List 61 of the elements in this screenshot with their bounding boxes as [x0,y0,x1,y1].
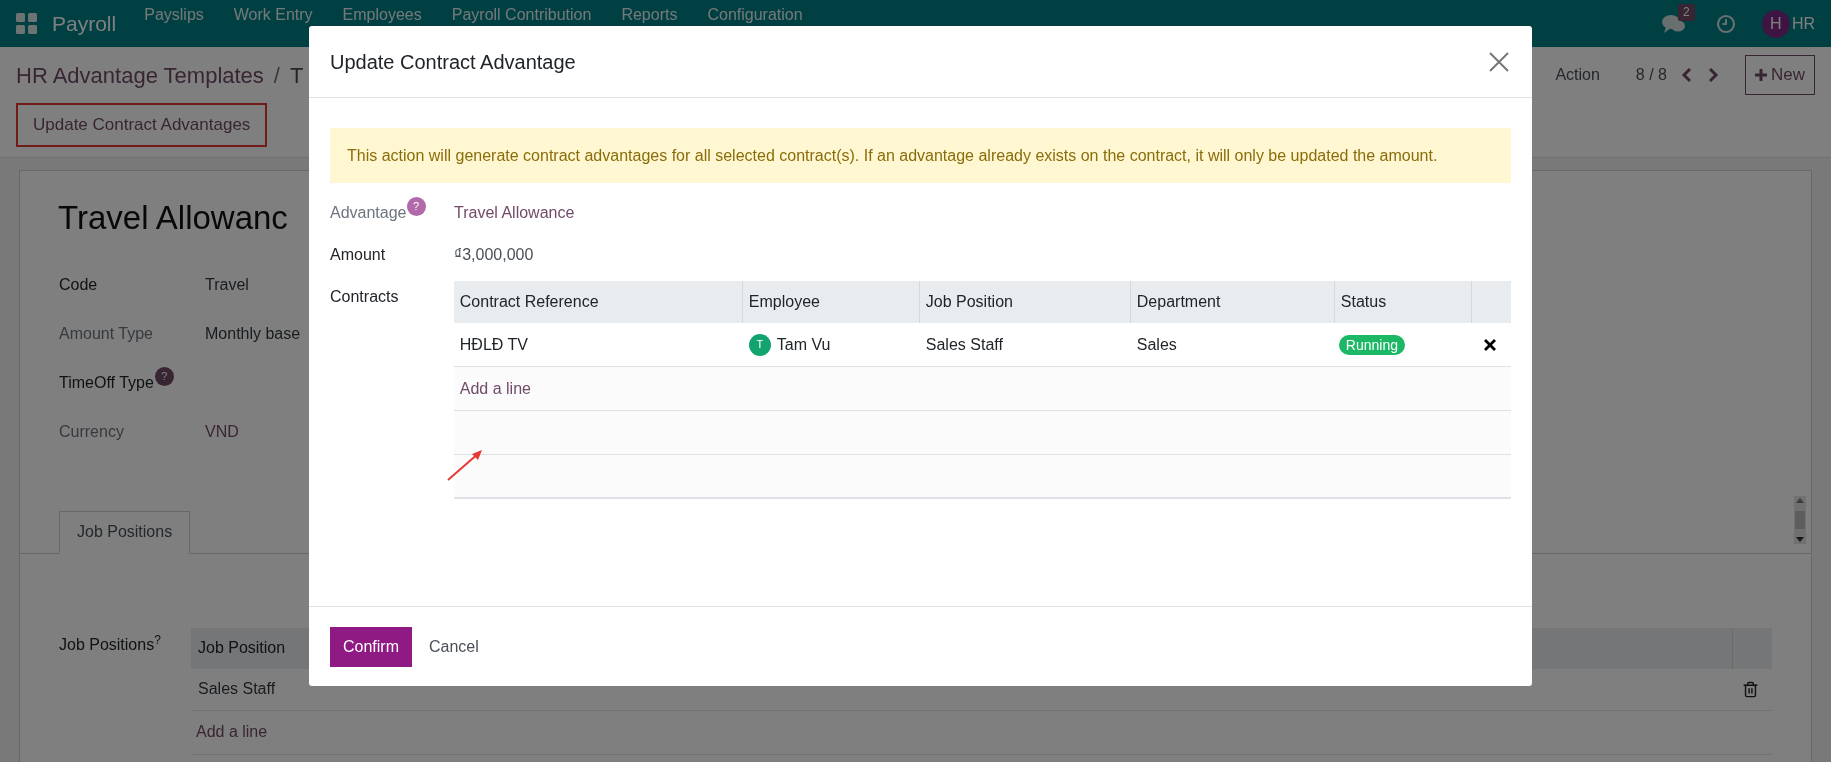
notebook-tab[interactable]: Job Positions [59,510,191,554]
notification-badge: 2 [1677,3,1695,21]
field-value[interactable]: VND [205,420,239,444]
field-value[interactable]: Travel Allowance [454,201,575,225]
status-badge: Running [1338,334,1405,355]
table-cell-text: Sales Staff [924,334,1004,355]
table-cell: Sales Staff [198,680,276,697]
breadcrumb-item[interactable]: HR Advantage Templates [16,58,264,92]
menu-item[interactable]: Employees [342,6,422,23]
field-value: ₫3,000,000 [454,245,534,265]
close-icon[interactable] [1489,51,1509,72]
field-label: Amount [330,245,387,265]
pager-value: 8 / 8 [1635,65,1667,85]
help-badge[interactable]: ? [406,197,426,216]
plus-icon [1755,69,1767,81]
column-header[interactable]: Department [1130,281,1335,323]
clock-icon[interactable] [1715,13,1736,34]
record-title: Travel Allowanc [58,198,288,238]
column-header[interactable]: Contract Reference [453,281,743,323]
menu-item[interactable]: Work Entry [233,6,313,23]
table-cell-text: HĐLĐ TV [458,334,529,355]
apps-grid-icon[interactable] [16,12,38,35]
employee-avatar: T [748,333,771,356]
confirm-button[interactable]: Confirm [330,626,412,667]
field-label: Job Positions$^{?}$ [59,631,162,655]
chevron-right-icon[interactable] [1707,67,1719,83]
field-value: Monthly base [205,324,301,344]
menu-item[interactable]: Payslips [144,6,204,23]
user-name[interactable]: HR [1791,11,1815,36]
column-header[interactable]: Job Position [919,281,1131,323]
help-badge[interactable]: ? [154,367,174,386]
breadcrumb-item: T [290,61,304,90]
column-header[interactable]: Status [1334,281,1472,323]
add-line-link[interactable]: Add a line [453,376,537,401]
update-contract-advantages-button[interactable]: Update Contract Advantages [16,103,268,147]
field-label: Code [59,275,99,295]
table-cell-text: Sales [1135,334,1178,355]
menu-item[interactable]: Payroll Contribution [451,6,592,23]
scrollbar[interactable] [1794,496,1806,544]
trash-icon[interactable] [1742,680,1759,698]
add-line-link[interactable]: Add a line [191,720,273,744]
new-button[interactable]: New [1745,55,1815,95]
app-name[interactable]: Payroll [52,7,117,40]
breadcrumb-separator: / [273,61,280,90]
column-header: Job Position [198,639,286,656]
remove-icon[interactable] [1484,338,1496,351]
dialog-title: Update Contract Advantage [330,49,576,75]
annotation-arrow [446,448,484,482]
action-menu[interactable]: Action [1555,63,1600,87]
field-label: Contracts [330,287,400,307]
field-value: Travel [205,275,249,295]
menu-item[interactable]: Reports [621,6,678,23]
user-avatar[interactable]: H [1761,9,1790,38]
menu-item[interactable]: Configuration [707,6,803,23]
cancel-button[interactable]: Cancel [429,634,479,659]
column-header[interactable]: Employee [742,281,920,323]
field-label: Amount Type [59,324,154,344]
chevron-left-icon[interactable] [1681,67,1693,83]
table-cell-text: Tam Vu [776,334,831,355]
info-alert: This action will generate contract advantages for all selected contract(s). If an advantage already exists on the contract, it will only be updated the amount. [330,128,1511,183]
field-label: Currency [59,422,125,442]
